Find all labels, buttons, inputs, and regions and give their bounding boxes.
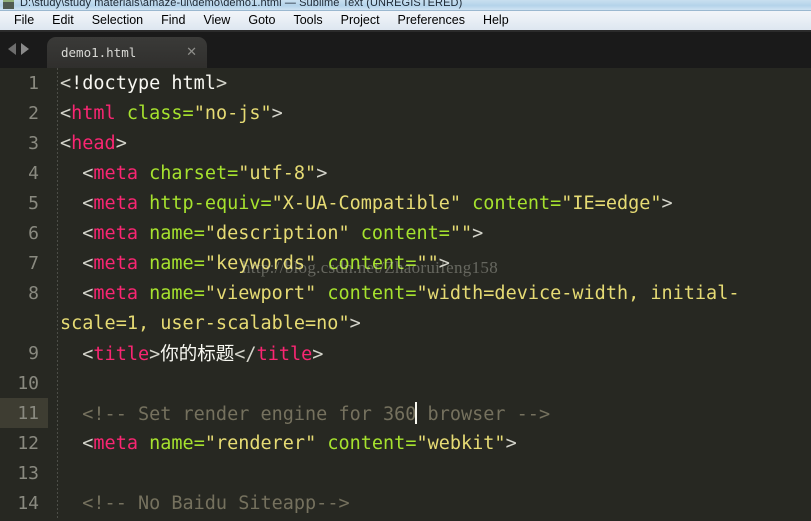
menu-item-selection[interactable]: Selection xyxy=(83,12,152,29)
code-line[interactable]: 4 <meta charset="utf-8"> xyxy=(0,158,811,188)
line-number: 14 xyxy=(17,493,39,514)
menu-item-help[interactable]: Help xyxy=(474,12,518,29)
menu-item-tools[interactable]: Tools xyxy=(284,12,331,29)
line-number: 8 xyxy=(28,283,39,304)
line-number-cell: 4 xyxy=(0,158,48,188)
code-line[interactable]: 15 <meta http-equiv="Cache-Control" cont… xyxy=(0,518,811,520)
code-line[interactable]: 1 <!doctype html> xyxy=(0,68,811,98)
line-number-cell xyxy=(0,308,48,338)
code-text: scale=1, user-scalable=no"> xyxy=(48,313,361,334)
code-line[interactable]: 14 <!-- No Baidu Siteapp--> xyxy=(0,488,811,518)
code-text: <meta name="keywords" content=""> xyxy=(48,253,450,274)
menu-item-view[interactable]: View xyxy=(194,12,239,29)
code-editor[interactable]: 1 <!doctype html> 2 <html class="no-js">… xyxy=(0,68,811,520)
code-line[interactable]: 10 xyxy=(0,368,811,398)
line-number-cell: 10 xyxy=(0,368,48,398)
menubar: File Edit Selection Find View Goto Tools… xyxy=(0,11,811,32)
code-text: <title>你的标题</title> xyxy=(48,340,323,366)
tab-close-icon[interactable]: ✕ xyxy=(186,46,197,59)
line-number-cell: 11 xyxy=(0,398,48,428)
app-icon xyxy=(3,0,14,9)
code-rows: 1 <!doctype html> 2 <html class="no-js">… xyxy=(0,68,811,520)
code-text: <meta charset="utf-8"> xyxy=(48,163,327,184)
code-text: <meta http-equiv="X-UA-Compatible" conte… xyxy=(48,193,673,214)
line-number: 9 xyxy=(28,343,39,364)
code-text: <meta name="viewport" content="width=dev… xyxy=(48,283,739,304)
code-text: <html class="no-js"> xyxy=(48,103,283,124)
tab-next-arrow-icon[interactable] xyxy=(21,43,29,55)
line-number: 6 xyxy=(28,223,39,244)
line-number: 3 xyxy=(28,133,39,154)
code-line[interactable]: 8 <meta name="viewport" content="width=d… xyxy=(0,278,811,308)
code-line-wrap[interactable]: scale=1, user-scalable=no"> xyxy=(0,308,811,338)
code-text: <meta name="renderer" content="webkit"> xyxy=(48,433,517,454)
line-number-cell: 12 xyxy=(0,428,48,458)
line-number: 1 xyxy=(28,73,39,94)
code-line[interactable]: 3 <head> xyxy=(0,128,811,158)
line-number: 7 xyxy=(28,253,39,274)
code-text: <!-- No Baidu Siteapp--> xyxy=(48,493,350,514)
line-number-cell: 14 xyxy=(0,488,48,518)
line-number-cell: 13 xyxy=(0,458,48,488)
code-line[interactable]: 13 xyxy=(0,458,811,488)
menu-item-file[interactable]: File xyxy=(5,12,43,29)
window-title: D:\study\study materials\amaze-ui\demo\d… xyxy=(20,0,462,9)
code-line[interactable]: 7 <meta name="keywords" content=""> xyxy=(0,248,811,278)
menu-item-preferences[interactable]: Preferences xyxy=(389,12,474,29)
code-line[interactable]: 12 <meta name="renderer" content="webkit… xyxy=(0,428,811,458)
code-text: <!-- Set render engine for 360 browser -… xyxy=(48,402,550,425)
line-number: 11 xyxy=(17,403,39,424)
code-text: <head> xyxy=(48,133,127,154)
menu-item-edit[interactable]: Edit xyxy=(43,12,83,29)
code-line[interactable]: 6 <meta name="description" content=""> xyxy=(0,218,811,248)
line-number-cell: 2 xyxy=(0,98,48,128)
code-line-active[interactable]: 11 <!-- Set render engine for 360 browse… xyxy=(0,398,811,428)
line-number: 2 xyxy=(28,103,39,124)
tab-navigation xyxy=(8,43,29,55)
line-number-cell: 5 xyxy=(0,188,48,218)
tab-label: demo1.html xyxy=(61,45,186,60)
tab-demo1-html[interactable]: demo1.html ✕ xyxy=(47,37,207,68)
code-line[interactable]: 9 <title>你的标题</title> xyxy=(0,338,811,368)
line-number: 10 xyxy=(17,373,39,394)
line-number-cell: 3 xyxy=(0,128,48,158)
line-number-cell: 7 xyxy=(0,248,48,278)
line-number-cell: 8 xyxy=(0,278,48,308)
menu-item-goto[interactable]: Goto xyxy=(239,12,284,29)
line-number: 13 xyxy=(17,463,39,484)
line-number: 4 xyxy=(28,163,39,184)
line-number-cell: 6 xyxy=(0,218,48,248)
line-number: 5 xyxy=(28,193,39,214)
line-number-cell: 15 xyxy=(0,518,48,520)
code-text: <meta name="description" content=""> xyxy=(48,223,483,244)
tabbar: demo1.html ✕ xyxy=(0,32,811,68)
menu-item-find[interactable]: Find xyxy=(152,12,194,29)
code-line[interactable]: 5 <meta http-equiv="X-UA-Compatible" con… xyxy=(0,188,811,218)
window-titlebar: D:\study\study materials\amaze-ui\demo\d… xyxy=(0,0,811,11)
tab-prev-arrow-icon[interactable] xyxy=(8,43,16,55)
code-text: <!doctype html> xyxy=(48,73,227,94)
code-line[interactable]: 2 <html class="no-js"> xyxy=(0,98,811,128)
line-number-cell: 9 xyxy=(0,338,48,368)
line-number: 12 xyxy=(17,433,39,454)
menu-item-project[interactable]: Project xyxy=(332,12,389,29)
line-number-cell: 1 xyxy=(0,68,48,98)
